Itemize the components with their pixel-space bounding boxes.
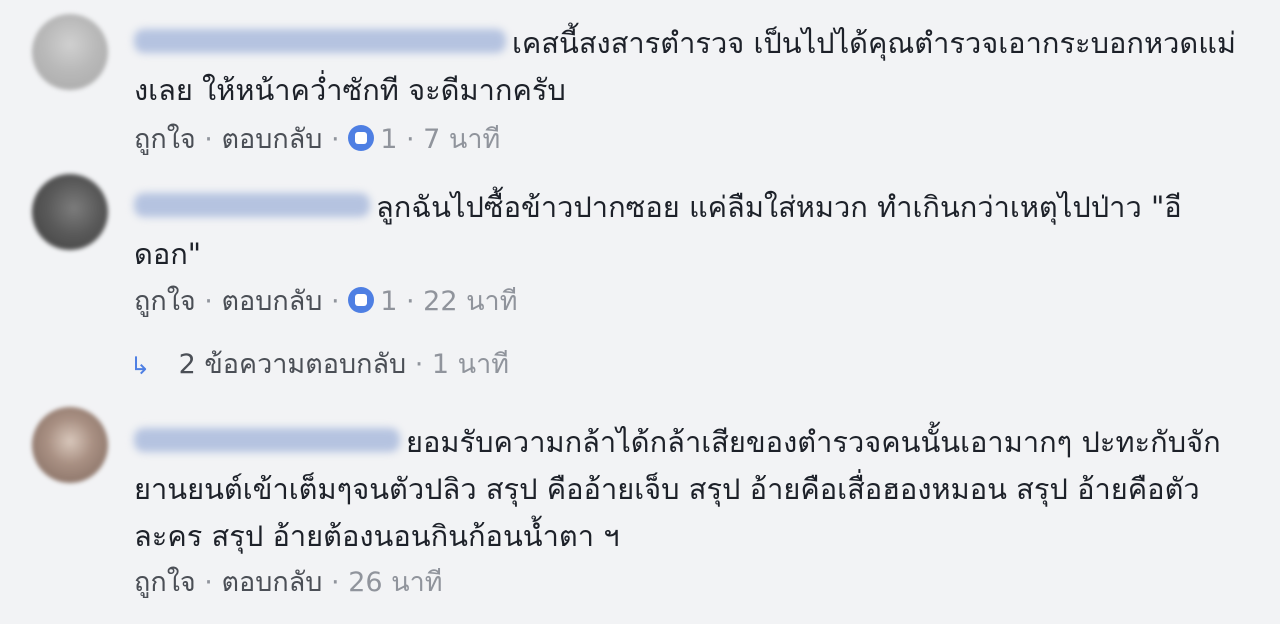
comment-1: เคสนี้สงสารตำรวจ เป็นไปได้คุณตำรวจเอากระ… [0,0,1280,170]
comment-body: ยอมรับความกล้าได้กล้าเสียของตำรวจคนนั้นเ… [134,419,1240,560]
view-replies-link[interactable]: ↳ 2 ข้อความตอบกลับ · 1 นาที [130,345,509,385]
like-count[interactable]: 1 [348,124,397,155]
comment-2: ลูกฉันไปซื้อข้าวปากซอย แค่ลืมใส่หมวก ทำเ… [0,170,1280,405]
separator: · [331,124,340,155]
like-link[interactable]: ถูกใจ [134,124,196,155]
comment-timestamp[interactable]: 22 นาที [423,286,517,317]
separator: · [414,349,424,380]
like-count-value: 1 [380,286,398,317]
like-count-value: 1 [380,124,398,155]
comment-actions: ถูกใจ · ตอบกลับ · 1 · 7 นาที [134,120,500,160]
separator: · [405,286,415,317]
thumbs-up-icon [348,286,375,313]
comment-timestamp[interactable]: 26 นาที [348,567,442,598]
like-count[interactable]: 1 [348,286,397,317]
like-link[interactable]: ถูกใจ [134,567,196,598]
reply-link[interactable]: ตอบกลับ [221,567,322,598]
commenter-name[interactable] [134,428,400,452]
reply-arrow-icon: ↳ [130,352,151,380]
comment-actions: ถูกใจ · ตอบกลับ · 1 · 22 นาที [134,282,518,322]
comment-body: เคสนี้สงสารตำรวจ เป็นไปได้คุณตำรวจเอากระ… [134,20,1240,114]
separator: · [405,124,415,155]
comment-actions: ถูกใจ · ตอบกลับ · 26 นาที [134,563,443,603]
reply-link[interactable]: ตอบกลับ [221,286,322,317]
comment-3: ยอมรับความกล้าได้กล้าเสียของตำรวจคนนั้นเ… [0,405,1280,624]
comment-body: ลูกฉันไปซื้อข้าวปากซอย แค่ลืมใส่หมวก ทำเ… [134,184,1240,278]
separator: · [204,567,213,598]
commenter-avatar[interactable] [32,407,108,483]
comment-timestamp[interactable]: 7 นาที [423,124,500,155]
thumbs-up-icon [348,124,375,151]
separator: · [331,567,340,598]
replies-timestamp: 1 นาที [431,349,510,380]
reply-link[interactable]: ตอบกลับ [221,124,322,155]
separator: · [204,286,213,317]
separator: · [331,286,340,317]
commenter-avatar[interactable] [32,14,108,90]
commenter-name[interactable] [134,193,370,217]
separator: · [204,124,213,155]
comment-thread: เคสนี้สงสารตำรวจ เป็นไปได้คุณตำรวจเอากระ… [0,0,1280,624]
commenter-name[interactable] [134,29,506,53]
replies-summary[interactable]: 2 ข้อความตอบกลับ [179,349,407,380]
commenter-avatar[interactable] [32,174,108,250]
like-link[interactable]: ถูกใจ [134,286,196,317]
